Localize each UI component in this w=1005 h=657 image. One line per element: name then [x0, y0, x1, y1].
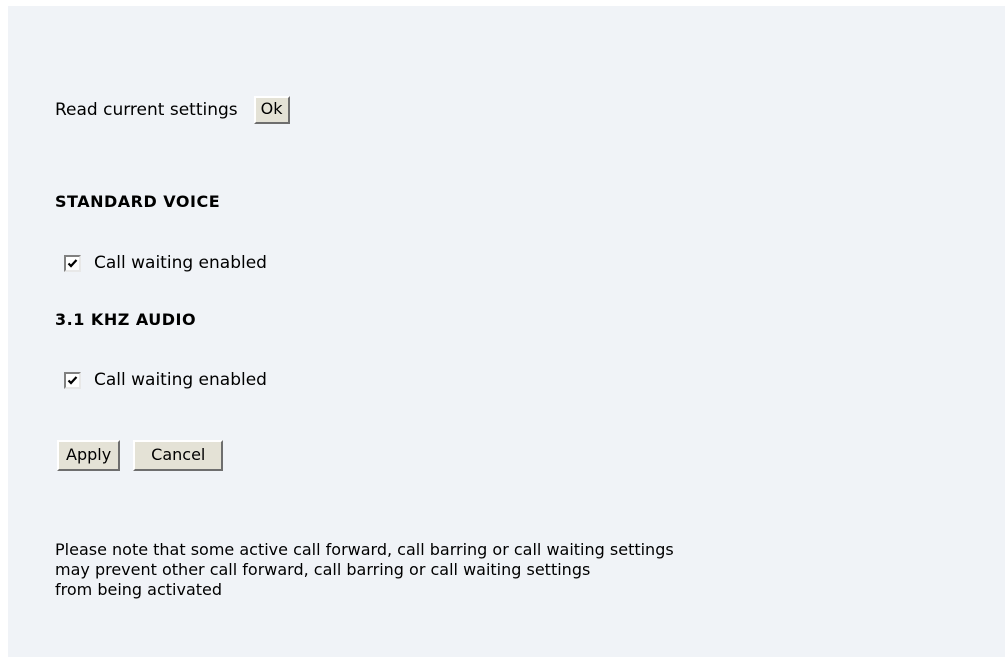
- section-title-standard-voice: STANDARD VOICE: [55, 192, 221, 211]
- check-mark-icon: [67, 258, 78, 268]
- action-buttons: Apply Cancel: [57, 440, 224, 471]
- note-line: Please note that some active call forwar…: [55, 540, 674, 559]
- audio-call-waiting-label: Call waiting enabled: [94, 370, 267, 390]
- note-line: may prevent other call forward, call bar…: [55, 560, 591, 579]
- section-title-3-1-khz-audio: 3.1 KHZ AUDIO: [55, 310, 197, 329]
- ok-button[interactable]: Ok: [253, 96, 290, 124]
- read-settings-label: Read current settings: [55, 100, 238, 120]
- check-mark-icon: [67, 375, 78, 385]
- standard-voice-call-waiting-row: Call waiting enabled: [64, 253, 267, 273]
- note-line: from being activated: [55, 580, 223, 599]
- settings-note: Please note that some active call forwar…: [55, 540, 975, 600]
- read-settings-row: Read current settings Ok: [55, 96, 290, 124]
- cancel-button[interactable]: Cancel: [133, 440, 224, 471]
- standard-voice-call-waiting-checkbox[interactable]: [64, 254, 81, 272]
- audio-call-waiting-checkbox[interactable]: [64, 371, 81, 389]
- audio-call-waiting-row: Call waiting enabled: [64, 370, 267, 390]
- apply-button[interactable]: Apply: [57, 440, 121, 471]
- standard-voice-call-waiting-label: Call waiting enabled: [94, 253, 267, 273]
